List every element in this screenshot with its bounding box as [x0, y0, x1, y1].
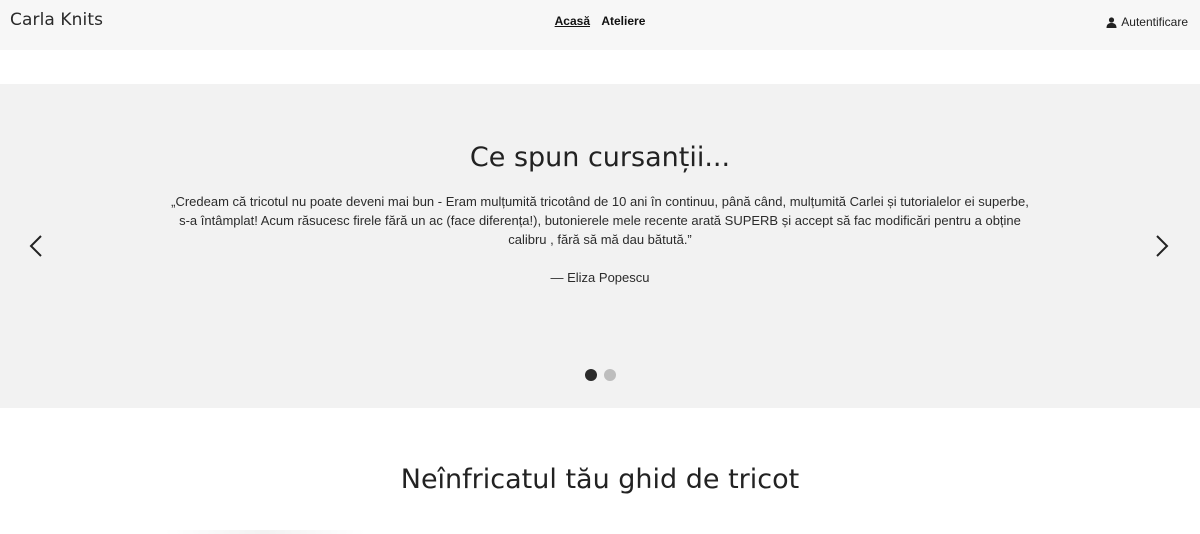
chevron-right-icon [1156, 235, 1169, 257]
carousel-next-button[interactable] [1150, 232, 1174, 260]
chevron-left-icon [29, 235, 42, 257]
testimonial-quote: „Credeam că tricotul nu poate deveni mai… [171, 194, 1029, 247]
testimonial-author: — Eliza Popescu [550, 270, 650, 285]
login-link[interactable]: Autentificare [1106, 15, 1188, 29]
carousel-dots [0, 369, 1200, 381]
carousel-dot-2[interactable] [603, 369, 616, 381]
user-icon [1106, 16, 1117, 28]
carousel-dot-1[interactable] [584, 369, 597, 381]
carousel-prev-button[interactable] [24, 232, 48, 260]
testimonials-carousel: Ce spun cursanții... „Credeam că tricotu… [0, 84, 1200, 408]
nav-item-ateliere[interactable]: Ateliere [601, 14, 645, 28]
login-label: Autentificare [1121, 15, 1188, 29]
guide-content-edge [165, 530, 365, 534]
main-nav: Acasă Ateliere [0, 14, 1200, 28]
site-header: Carla Knits Acasă Ateliere Autentificare [0, 0, 1200, 50]
guide-section-title: Neînfricatul tău ghid de tricot [400, 464, 800, 495]
nav-item-acasa[interactable]: Acasă [555, 14, 590, 28]
testimonials-title: Ce spun cursanții... [469, 142, 731, 173]
